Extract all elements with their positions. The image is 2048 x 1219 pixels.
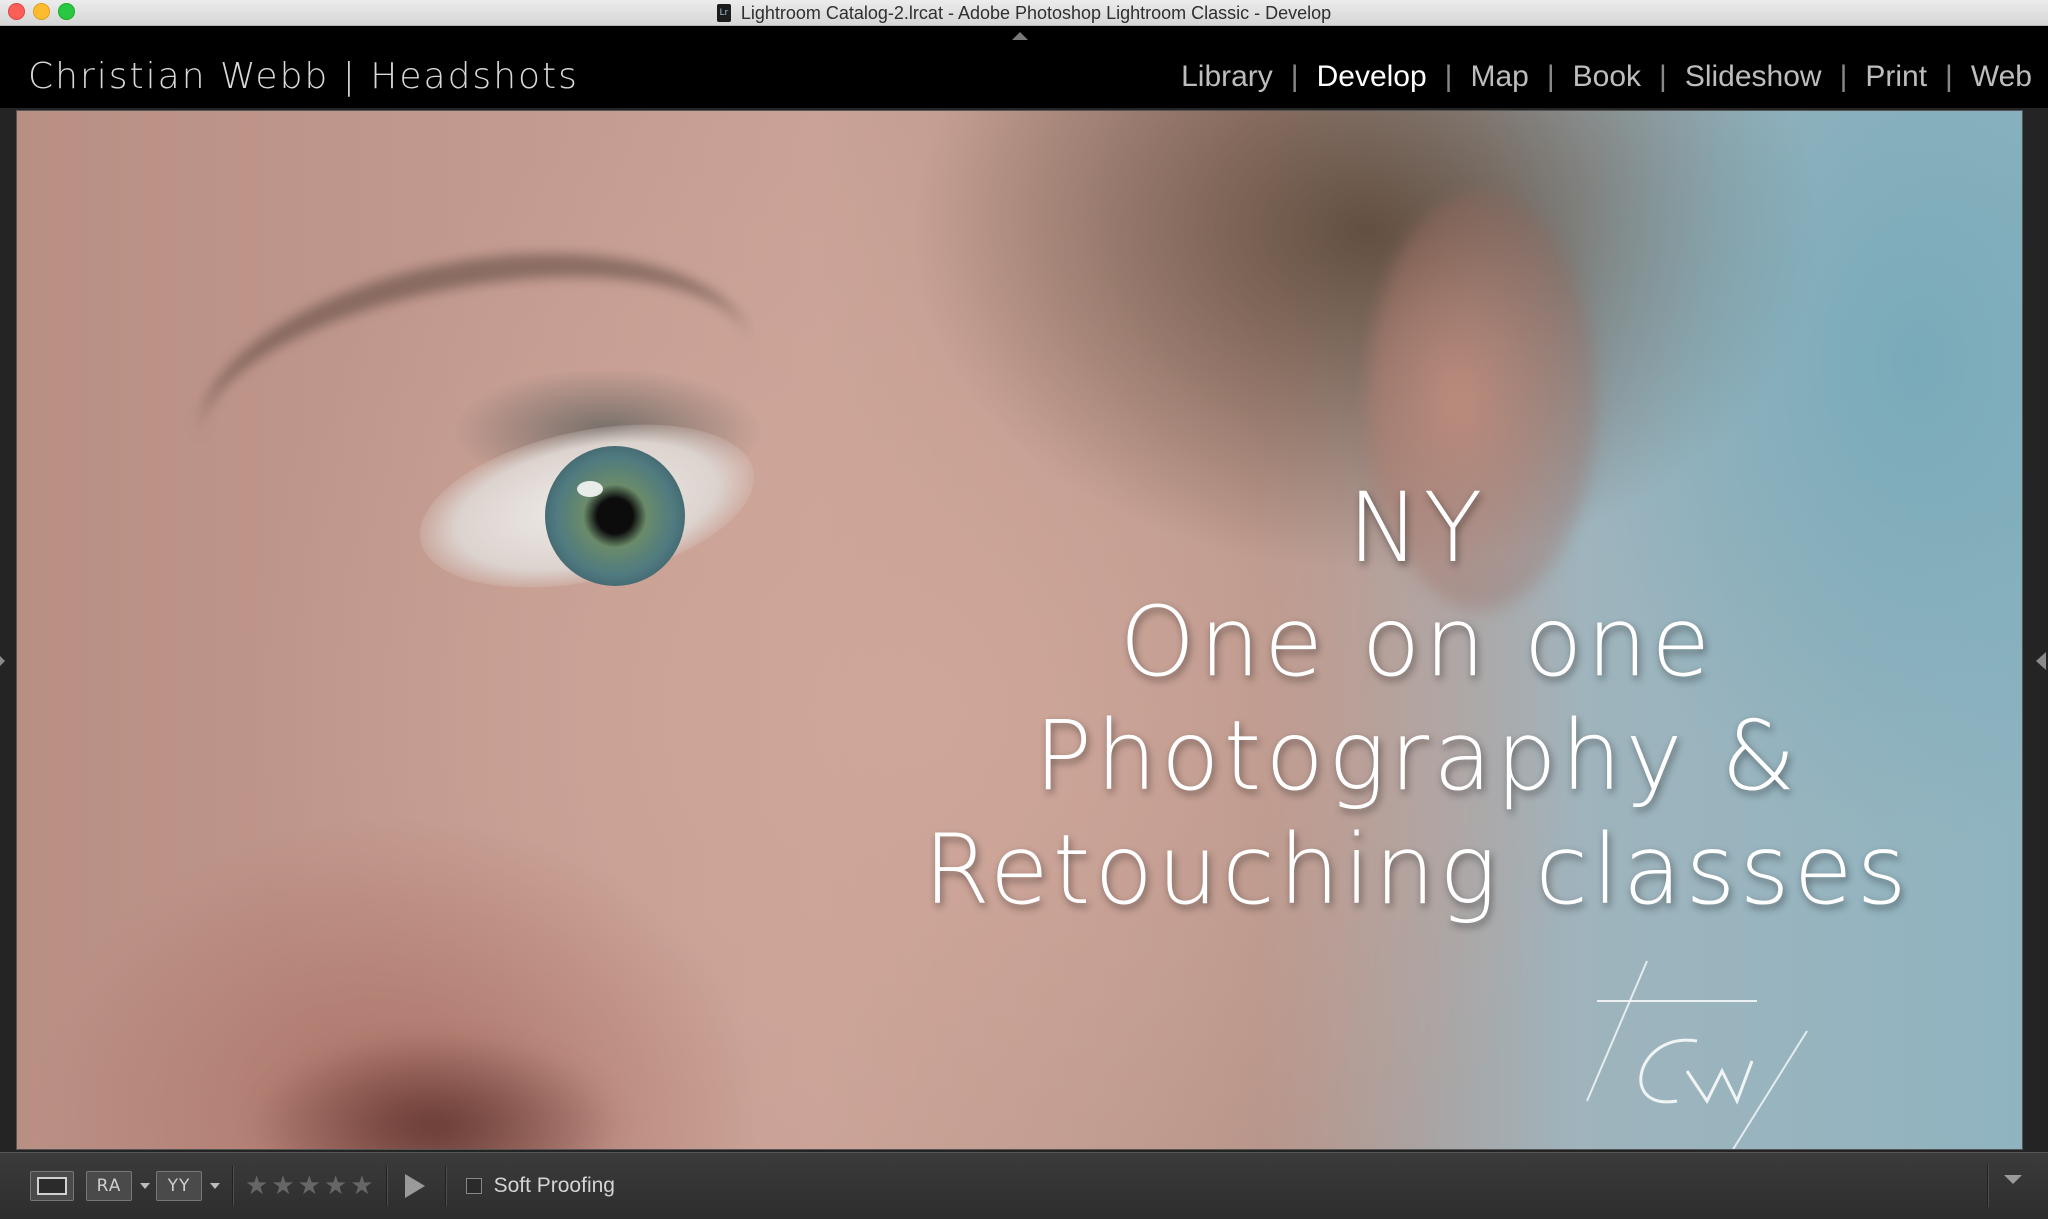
window-titlebar: Lr Lightroom Catalog-2.lrcat - Adobe Pho… (0, 0, 2048, 26)
module-separator: | (1945, 60, 1953, 93)
module-separator: | (1659, 60, 1667, 93)
photo-overlay-text: NY One on one Photography & Retouching c… (897, 471, 1937, 927)
star-icon[interactable]: ★ (350, 1171, 373, 1201)
star-icon[interactable]: ★ (324, 1171, 347, 1201)
module-picker: Library | Develop | Map | Book | Slidesh… (1181, 60, 2032, 94)
identity-plate[interactable]: Christian Webb | Headshots (28, 56, 579, 97)
toolbar-divider (385, 1166, 387, 1206)
module-slideshow[interactable]: Slideshow (1685, 60, 1822, 94)
module-separator: | (1290, 60, 1299, 93)
star-icon[interactable]: ★ (271, 1171, 294, 1201)
photo-iris (545, 446, 685, 586)
toolbar-options-dropdown-icon[interactable] (2004, 1175, 2022, 1184)
toolbar-divider (1987, 1165, 1988, 1207)
before-after-swap-button[interactable]: YY (156, 1171, 202, 1201)
top-panel-toggle-icon[interactable] (1012, 32, 1028, 40)
signature-watermark (1586, 960, 1808, 1149)
star-icon[interactable]: ★ (245, 1171, 268, 1201)
module-web[interactable]: Web (1971, 60, 2032, 94)
swap-dropdown-icon[interactable] (210, 1183, 220, 1189)
module-develop[interactable]: Develop (1317, 60, 1427, 94)
bottom-toolbar: RA YY ★ ★ ★ ★ ★ Soft Proofing (0, 1152, 2048, 1219)
window-title: Lightroom Catalog-2.lrcat - Adobe Photos… (740, 2, 1332, 23)
module-separator: | (1546, 60, 1555, 93)
overlay-line-ny: NY (1347, 472, 1487, 584)
before-after-button[interactable]: RA (86, 1171, 132, 1201)
before-after-dropdown-icon[interactable] (140, 1183, 150, 1189)
module-map[interactable]: Map (1470, 60, 1528, 94)
soft-proofing-checkbox[interactable] (465, 1178, 482, 1194)
play-slideshow-icon[interactable] (404, 1174, 425, 1198)
toolbar-divider (232, 1166, 233, 1206)
photo-eye-highlight (577, 481, 603, 497)
overlay-line-one-on-one: One on one (1119, 586, 1715, 698)
module-separator: | (1839, 60, 1848, 93)
overlay-line-photography: Photography & (1034, 700, 1800, 812)
right-panel-toggle-icon[interactable] (2036, 652, 2046, 670)
photo-preview[interactable]: NY One on one Photography & Retouching c… (16, 110, 2023, 1150)
overlay-line-retouching: Retouching classes (923, 814, 1911, 926)
star-icon[interactable]: ★ (298, 1171, 321, 1201)
left-panel-toggle-icon[interactable] (0, 654, 6, 668)
loupe-view-icon (37, 1177, 67, 1195)
toolbar-divider (444, 1166, 446, 1206)
loupe-view-button[interactable] (30, 1171, 74, 1201)
photo-nose-shadow (247, 1031, 627, 1149)
star-rating[interactable]: ★ ★ ★ ★ ★ (245, 1171, 374, 1201)
lightroom-doc-icon: Lr (716, 4, 731, 22)
module-separator: | (1444, 60, 1453, 93)
title-wrap: Lr Lightroom Catalog-2.lrcat - Adobe Pho… (0, 0, 2048, 26)
module-print[interactable]: Print (1865, 60, 1927, 94)
soft-proofing-label[interactable]: Soft Proofing (494, 1174, 615, 1198)
module-library[interactable]: Library (1181, 60, 1273, 94)
module-book[interactable]: Book (1573, 60, 1641, 94)
